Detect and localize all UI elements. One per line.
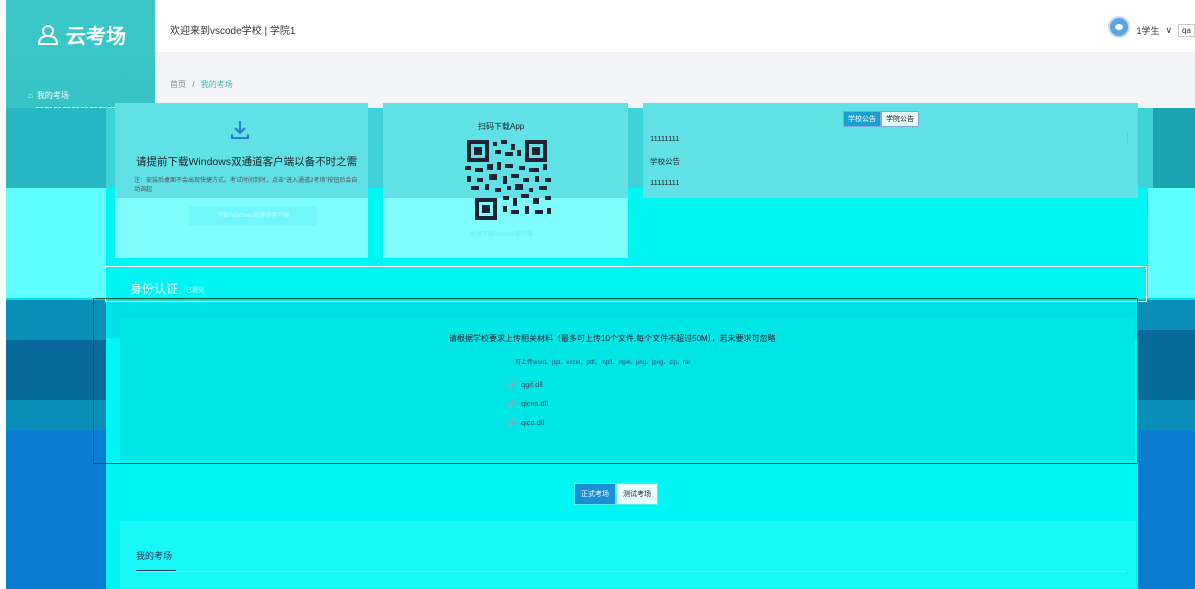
- notice-item[interactable]: 11111111: [650, 178, 679, 187]
- overlay-left-light: [6, 188, 106, 300]
- download-card-note: 注：安装后桌面不会出现快捷方式。考试时间到时，点击“进入通道2考场”按钮后会自动…: [134, 178, 358, 193]
- my-exam-title: 我的考场: [136, 551, 173, 561]
- notice-tabs: 学校公告 学院公告: [843, 111, 919, 127]
- upload-instructions: 请根据学校要求上传相关材料（最多可上传10个文件,每个文件不超过50M），若未要…: [449, 334, 776, 343]
- home-icon: ⌂: [28, 91, 33, 100]
- upload-types: 可上传word、ppt、excel、pdf、mp3、mp4、png、jpeg、z…: [515, 360, 691, 366]
- tab-college-notice[interactable]: 学院公告: [881, 111, 919, 127]
- uploaded-file[interactable]: 🔗 qico.dll: [507, 418, 544, 427]
- breadcrumb-home[interactable]: 首页: [170, 80, 186, 89]
- app-logo-text: 云考场: [66, 26, 126, 48]
- notice-scrollbar[interactable]: [1127, 133, 1128, 143]
- divider: [136, 571, 1126, 572]
- overlay-right-light: [1148, 188, 1195, 300]
- notice-item[interactable]: 学校公告: [650, 156, 680, 167]
- tab-formal-exam[interactable]: 正式考场: [574, 483, 616, 505]
- tab-test-exam[interactable]: 测试考场: [616, 483, 658, 505]
- overlay-left-dark2: [6, 340, 106, 400]
- welcome-text: 欢迎来到vscode学校 | 学院1: [170, 26, 296, 37]
- sidebar-item-my-exam[interactable]: ⌂ 我的考场: [28, 90, 69, 101]
- overlay-right-top: [1153, 108, 1195, 188]
- user-menu[interactable]: 1学生 ∨ qa: [1108, 16, 1195, 38]
- file-name[interactable]: qgif.dll: [521, 380, 543, 389]
- sidebar-item-label: 我的考场: [36, 91, 69, 100]
- top-header: 欢迎来到vscode学校 | 学院1 1学生 ∨ qa: [155, 0, 1195, 52]
- file-name[interactable]: qico.dll: [521, 418, 544, 427]
- breadcrumb: 首页 / 我的考场: [170, 79, 233, 90]
- identity-title: 身份认证: [130, 282, 179, 296]
- paperclip-icon: 🔗: [507, 418, 517, 427]
- avatar[interactable]: [1108, 16, 1131, 38]
- lang-switch[interactable]: qa: [1178, 23, 1195, 37]
- qr-code-icon: [465, 140, 551, 220]
- file-name[interactable]: qicns.dll: [521, 399, 548, 408]
- overlay-right-blue: [1138, 430, 1195, 589]
- cloud-logo-icon: [37, 24, 59, 45]
- tab-school-notice[interactable]: 学校公告: [843, 111, 881, 127]
- breadcrumb-separator: /: [192, 80, 195, 89]
- overlay-left-blue: [6, 430, 106, 589]
- overlay-right-dark2: [1138, 330, 1195, 400]
- download-windows-button[interactable]: 下载Windows双通道客户端: [189, 206, 317, 226]
- overlay-left-top: [6, 108, 106, 188]
- my-exam-card: [120, 521, 1136, 589]
- app-logo[interactable]: 云考场: [36, 20, 126, 49]
- notice-item[interactable]: 11111111: [650, 134, 679, 143]
- android-download-link[interactable]: 本地下载Android客户端: [470, 229, 533, 238]
- uploaded-file[interactable]: 🔗 qicns.dll: [507, 399, 548, 408]
- identity-section: [105, 266, 1147, 302]
- download-card-title: 请提前下载Windows双通道客户端以备不时之需: [136, 156, 358, 168]
- uploaded-file[interactable]: 🔗 qgif.dll: [507, 380, 543, 389]
- paperclip-icon: 🔗: [507, 380, 517, 389]
- active-underline: [136, 570, 176, 571]
- exam-type-tabs: 正式考场 测试考场: [574, 483, 658, 505]
- paperclip-icon: 🔗: [507, 399, 517, 408]
- chevron-down-icon[interactable]: ∨: [1166, 25, 1173, 36]
- user-name[interactable]: 1学生: [1136, 24, 1159, 37]
- app-card-title: 扫码下载App: [478, 122, 525, 131]
- breadcrumb-current: 我的考场: [200, 80, 233, 89]
- identity-status: 已提交: [186, 288, 205, 294]
- download-icon: [231, 120, 249, 145]
